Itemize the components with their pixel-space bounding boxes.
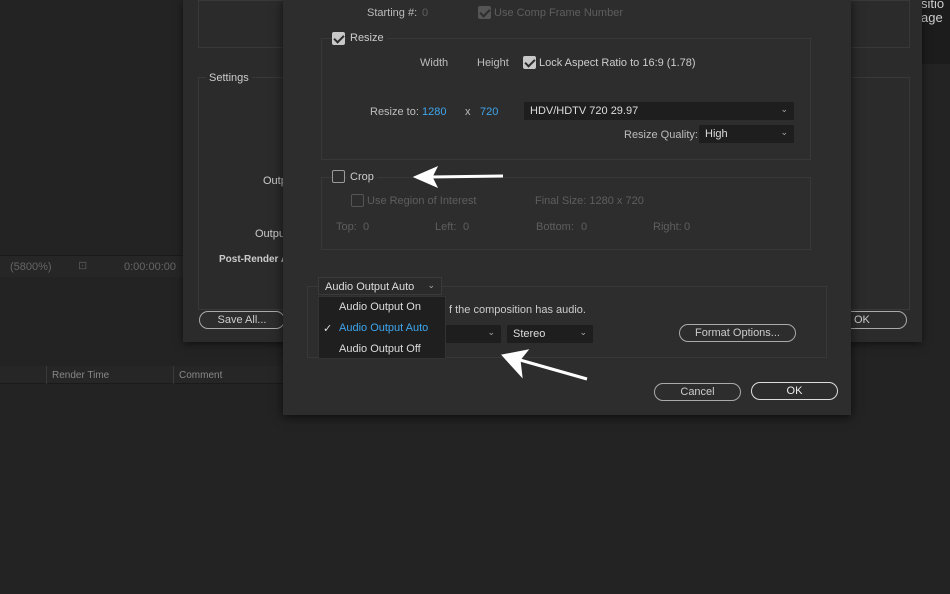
annotation-arrows: [412, 165, 588, 381]
arrow-icon: [501, 349, 588, 381]
arrow-icon: [412, 165, 504, 189]
